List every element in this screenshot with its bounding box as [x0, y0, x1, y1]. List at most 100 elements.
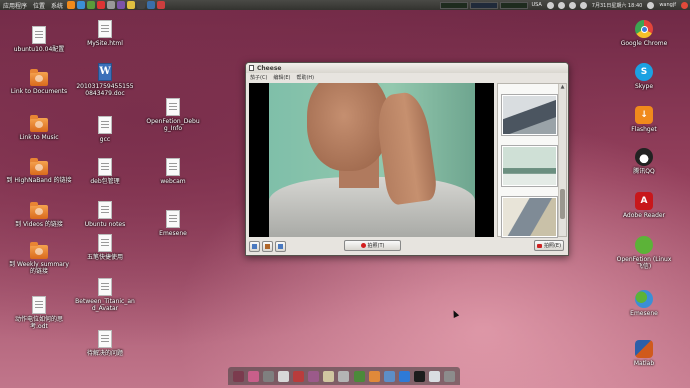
word-document-icon: W: [98, 63, 112, 81]
power-icon[interactable]: [681, 1, 688, 9]
dock-launcher-icon[interactable]: [368, 370, 380, 382]
photo-thumbnail-strip: ▲: [497, 83, 567, 238]
window-titlebar[interactable]: Cheese: [246, 63, 568, 73]
dock-launcher-icon[interactable]: [398, 370, 410, 382]
dock-launcher-icon[interactable]: [413, 370, 425, 382]
desktop-icon-label: Matlab: [633, 360, 655, 367]
files-launcher-icon[interactable]: [107, 1, 116, 9]
text-file-icon: [98, 330, 112, 348]
browser-launcher-icon[interactable]: [147, 1, 156, 9]
take-photo-button[interactable]: 拍照(T): [344, 240, 401, 251]
photo-thumbnail[interactable]: [501, 196, 558, 238]
desktop-icon-label: webcam: [160, 178, 186, 185]
photo-thumbnail[interactable]: [501, 145, 558, 187]
desktop-icon-label: MySite.html: [87, 40, 123, 47]
leave-label: 拍照(E): [543, 243, 562, 249]
desktop-icon-gcc[interactable]: gcc: [66, 116, 144, 143]
desktop-icon-ubuntu-notes[interactable]: Ubuntu notes: [66, 201, 144, 228]
desktop-icon-openfetion-debug[interactable]: OpenFetion_Debug_Info: [134, 98, 212, 132]
dock-launcher-icon[interactable]: [293, 370, 305, 382]
scrollbar-thumb[interactable]: [560, 189, 565, 219]
desktop-icon-label: Ubuntu notes: [84, 221, 126, 228]
media-launcher-icon[interactable]: [157, 1, 166, 9]
notes-launcher-icon[interactable]: [127, 1, 136, 9]
mail-launcher-icon[interactable]: [77, 1, 86, 9]
desktop-icon-odt[interactable]: 动作电位如何的思考.odt: [0, 296, 78, 330]
chrome-launcher-icon[interactable]: [97, 1, 106, 9]
desktop-icon-qq[interactable]: 腾讯QQ: [605, 148, 683, 175]
desktop-icon-label: 动作电位如何的思考.odt: [14, 316, 63, 330]
photo-thumbnail[interactable]: [501, 94, 558, 136]
dock-launcher-icon[interactable]: [353, 370, 365, 382]
panel-menu-places[interactable]: 位置: [30, 1, 48, 10]
menu-cheese[interactable]: 茄子(C): [250, 74, 267, 81]
cheese-window: Cheese 茄子(C) 编辑(E) 帮助(H) ▲ 拍照(T) 拍照(E): [245, 62, 569, 256]
dock-launcher-icon[interactable]: [338, 370, 350, 382]
desktop-icon-openfetion[interactable]: OpenFetion (Linux 飞信): [605, 236, 683, 270]
desktop-icon-google-chrome[interactable]: Google Chrome: [605, 20, 683, 47]
settings-launcher-icon[interactable]: [137, 1, 146, 9]
dock-launcher-icon[interactable]: [248, 370, 260, 382]
desktop-icon-label: Skype: [634, 83, 654, 90]
desktop-icon-emesene-file[interactable]: Emesene: [134, 210, 212, 237]
desktop-icon-todo[interactable]: 待解决的问题: [66, 330, 144, 357]
battery-icon[interactable]: [579, 1, 587, 9]
qq-penguin-icon: [635, 148, 653, 166]
desktop-icon-flashget[interactable]: ↓ Flashget: [605, 106, 683, 133]
desktop-icon-adobe-reader[interactable]: A Adobe Reader: [605, 192, 683, 219]
dock-launcher-icon[interactable]: [263, 370, 275, 382]
effects-button[interactable]: [275, 241, 286, 252]
folder-icon: [30, 115, 48, 132]
phone-icon: [536, 243, 542, 248]
html-file-icon: [98, 20, 112, 38]
desktop-icon-emesene[interactable]: Emesene: [605, 290, 683, 317]
chrome-icon: [635, 20, 653, 38]
dock-launcher-icon[interactable]: [323, 370, 335, 382]
username[interactable]: wangjf: [659, 2, 676, 8]
person-head: [307, 83, 389, 171]
text-file-icon: [98, 116, 112, 134]
text-file-icon: [98, 278, 112, 296]
desktop-icon-label: ubuntu10.04配置: [13, 46, 65, 53]
window-menubar: 茄子(C) 编辑(E) 帮助(H): [246, 73, 568, 82]
photo-mode-button[interactable]: [249, 241, 260, 252]
menu-help[interactable]: 帮助(H): [296, 74, 314, 81]
firefox-launcher-icon[interactable]: [67, 1, 76, 9]
dock-launcher-icon[interactable]: [308, 370, 320, 382]
terminal-launcher-icon[interactable]: [87, 1, 96, 9]
take-photo-label: 拍照(T): [367, 243, 385, 249]
mouse-cursor-icon: [450, 309, 460, 318]
dock-launcher-icon[interactable]: [278, 370, 290, 382]
dock-launcher-icon[interactable]: [443, 370, 455, 382]
user-icon[interactable]: [647, 1, 655, 9]
desktop-icon-doc-file[interactable]: W 2010317594551550843479.doc: [66, 63, 144, 97]
desktop-icon-mysite[interactable]: MySite.html: [66, 20, 144, 47]
app-launcher-icon[interactable]: [117, 1, 126, 9]
desktop-icon-webcam[interactable]: webcam: [134, 158, 212, 185]
dock-launcher-icon[interactable]: [428, 370, 440, 382]
mail-icon[interactable]: [557, 1, 565, 9]
emesene-icon: [635, 290, 653, 308]
menu-edit[interactable]: 编辑(E): [273, 74, 290, 81]
desktop-icon-matlab[interactable]: Matlab: [605, 340, 683, 367]
desktop-icon-label: 到 Weekly summary 的链接: [9, 261, 69, 275]
thumbnail-scrollbar[interactable]: ▲: [558, 84, 566, 236]
keyboard-layout[interactable]: USA: [531, 2, 541, 8]
video-mode-button[interactable]: [262, 241, 273, 252]
clock[interactable]: 7月31日星期六 18:40: [592, 2, 643, 9]
panel-menu-applications[interactable]: 应用程序: [0, 1, 30, 10]
scroll-up-icon[interactable]: ▲: [559, 84, 566, 91]
panel-menu-system[interactable]: 系统: [48, 1, 66, 10]
volume-icon[interactable]: [568, 1, 576, 9]
desktop-icon-deb[interactable]: deb包管理: [66, 158, 144, 185]
dock-launcher-icon[interactable]: [233, 370, 245, 382]
desktop-icon-link-weekly[interactable]: 到 Weekly summary 的链接: [0, 242, 78, 275]
desktop-icon-label: gcc: [99, 136, 111, 143]
memory-monitor: [500, 1, 529, 9]
effects-icon: [278, 244, 283, 249]
desktop-icon-skype[interactable]: S Skype: [605, 63, 683, 90]
dock-launcher-icon[interactable]: [383, 370, 395, 382]
folder-icon: [30, 158, 48, 175]
network-icon[interactable]: [546, 1, 554, 9]
leave-fullscreen-button[interactable]: 拍照(E): [534, 240, 564, 251]
